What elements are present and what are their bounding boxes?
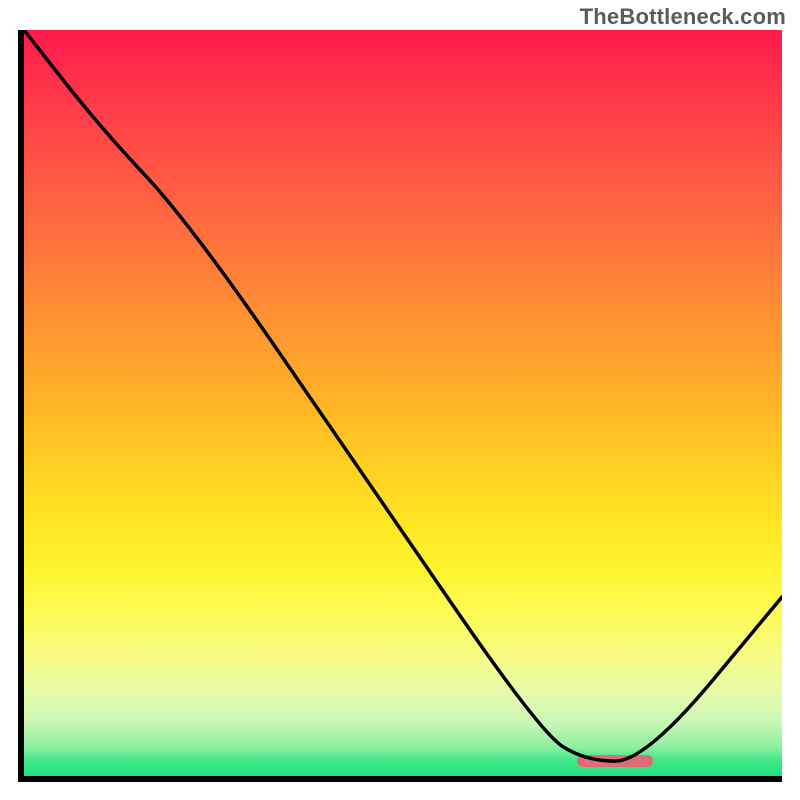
bottleneck-curve [24, 30, 782, 776]
attribution-text: TheBottleneck.com [580, 4, 786, 30]
plot-frame [18, 30, 782, 782]
plot-area [24, 30, 782, 776]
chart-container: TheBottleneck.com [0, 0, 800, 800]
curve-line [24, 30, 782, 761]
